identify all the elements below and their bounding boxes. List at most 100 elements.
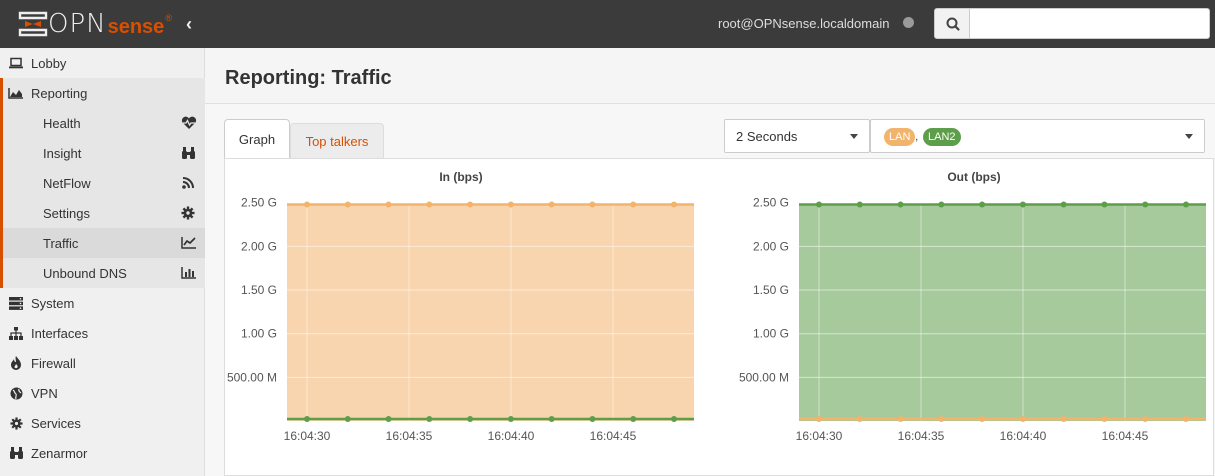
interval-value: 2 Seconds (736, 128, 798, 144)
logo-subtext: sense (107, 15, 165, 38)
sidebar-subitem-label: Insight (43, 145, 82, 161)
search-icon (946, 17, 960, 31)
data-point-lan (1060, 416, 1067, 422)
data-point-lan2 (426, 416, 433, 422)
sidebar-item-label: Interfaces (31, 325, 89, 341)
cog-icon (4, 416, 28, 430)
data-point-lan (1019, 416, 1026, 422)
data-point-lan (304, 201, 310, 208)
data-point-lan2 (1019, 201, 1026, 208)
interface-tag-lan[interactable]: LAN (884, 128, 916, 146)
series-area-lan (287, 204, 694, 421)
x-tick-label: 16:04:30 (284, 429, 331, 443)
data-point-lan2 (548, 416, 555, 422)
sidebar-subitem-insight[interactable]: Insight (0, 138, 205, 168)
y-tick-label: 500.00 M (739, 370, 789, 384)
collapse-sidebar-button[interactable]: ‹ (186, 14, 192, 35)
data-point-lan2 (1060, 201, 1067, 208)
rss-icon (181, 176, 195, 193)
series-area-lan2 (799, 204, 1206, 421)
sidebar-item-label: Reporting (31, 85, 88, 101)
page-title: Reporting: Traffic (225, 67, 392, 89)
y-tick-label: 2.50 G (753, 196, 789, 210)
opnsense-logo[interactable]: OPN sense ® (18, 9, 172, 39)
y-tick-label: 1.50 G (753, 283, 789, 297)
y-tick-label: 1.50 G (241, 283, 277, 297)
data-point-lan2 (589, 416, 596, 422)
data-point-lan (979, 416, 986, 422)
sidebar-item-reporting[interactable]: Reporting (0, 78, 205, 108)
laptop-icon (4, 57, 28, 69)
search-button[interactable] (934, 8, 970, 39)
sidebar-subitem-label: Health (43, 115, 81, 131)
x-tick-label: 16:04:40 (1000, 429, 1047, 443)
sidebar-subitem-label: Settings (43, 205, 90, 221)
data-point-lan (589, 201, 596, 208)
globe-icon (4, 387, 28, 400)
y-tick-label: 2.50 G (241, 196, 277, 210)
main-content: Reporting: Traffic Graph Top talkers 2 S… (205, 48, 1215, 476)
data-point-lan2 (1142, 201, 1149, 208)
interface-select[interactable]: LAN , LAN2 (870, 119, 1205, 153)
data-point-lan2 (897, 201, 904, 208)
sidebar-item-zenarmor[interactable]: Zenarmor (0, 438, 205, 468)
y-tick-label: 1.00 G (753, 327, 789, 341)
interval-select[interactable]: 2 Seconds (724, 119, 870, 153)
data-point-lan (507, 201, 514, 208)
sidebar-item-lobby[interactable]: Lobby (0, 48, 205, 78)
data-point-lan (426, 201, 433, 208)
data-point-lan2 (467, 416, 474, 422)
binoculars-icon (4, 446, 28, 460)
sidebar-item-label: System (31, 295, 75, 311)
x-tick-label: 16:04:30 (796, 429, 843, 443)
sidebar-subitem-unbound-dns[interactable]: Unbound DNS (0, 258, 205, 288)
data-point-lan2 (385, 416, 392, 422)
y-tick-label: 1.00 G (241, 327, 277, 341)
bar-chart-icon (181, 266, 197, 282)
sidebar-item-vpn[interactable]: VPN (0, 378, 205, 408)
sidebar-subitem-traffic[interactable]: Traffic (0, 228, 205, 258)
x-tick-label: 16:04:45 (590, 429, 637, 443)
y-tick-label: 2.00 G (241, 239, 277, 253)
sidebar-item-label: Zenarmor (31, 445, 88, 461)
interface-separator: , (915, 129, 919, 143)
user-label[interactable]: root@OPNsense.localdomain (718, 16, 889, 31)
sidebar-item-label: Firewall (31, 355, 76, 371)
sidebar-subitem-health[interactable]: Health (0, 108, 205, 138)
chart-title: Out (bps) (947, 170, 1000, 184)
sidebar-item-system[interactable]: System (0, 288, 205, 318)
sidebar-item-firewall[interactable]: Firewall (0, 348, 205, 378)
sidebar-item-services[interactable]: Services (0, 408, 205, 438)
sidebar-subitem-label: Unbound DNS (43, 265, 127, 281)
graph-panel: In (bps) 2.50 G 2.00 G 1.50 G 1.00 G 500.00 M… (224, 158, 1214, 476)
interface-tag-lan2[interactable]: LAN2 (923, 128, 961, 146)
chart-title: In (bps) (439, 170, 482, 184)
heartbeat-icon (181, 116, 197, 133)
binoculars-icon (181, 146, 196, 163)
data-point-lan (897, 416, 904, 422)
tab-graph[interactable]: Graph (224, 119, 290, 159)
y-tick-label: 2.00 G (753, 239, 789, 253)
data-point-lan2 (630, 416, 637, 422)
server-icon (4, 296, 28, 310)
data-point-lan2 (1183, 201, 1189, 208)
tab-top-talkers[interactable]: Top talkers (290, 123, 384, 159)
data-point-lan (385, 201, 392, 208)
sidebar-subitem-netflow[interactable]: NetFlow (0, 168, 205, 198)
sidebar-subitem-label: Traffic (43, 235, 79, 251)
cog-icon (181, 206, 195, 223)
data-point-lan2 (816, 201, 822, 208)
data-point-lan (467, 201, 474, 208)
sidebar-item-label: Lobby (31, 55, 67, 71)
page-header: Reporting: Traffic (205, 48, 1215, 104)
y-tick-label: 500.00 M (227, 370, 277, 384)
sidebar-subitem-settings[interactable]: Settings (0, 198, 205, 228)
data-point-lan2 (1101, 201, 1108, 208)
sidebar-item-interfaces[interactable]: Interfaces (0, 318, 205, 348)
data-point-lan2 (938, 201, 945, 208)
data-point-lan2 (304, 416, 310, 422)
data-point-lan (1142, 416, 1149, 422)
sidebar-subitem-label: NetFlow (43, 175, 91, 191)
fire-icon (4, 356, 28, 370)
search-input[interactable] (970, 8, 1210, 39)
